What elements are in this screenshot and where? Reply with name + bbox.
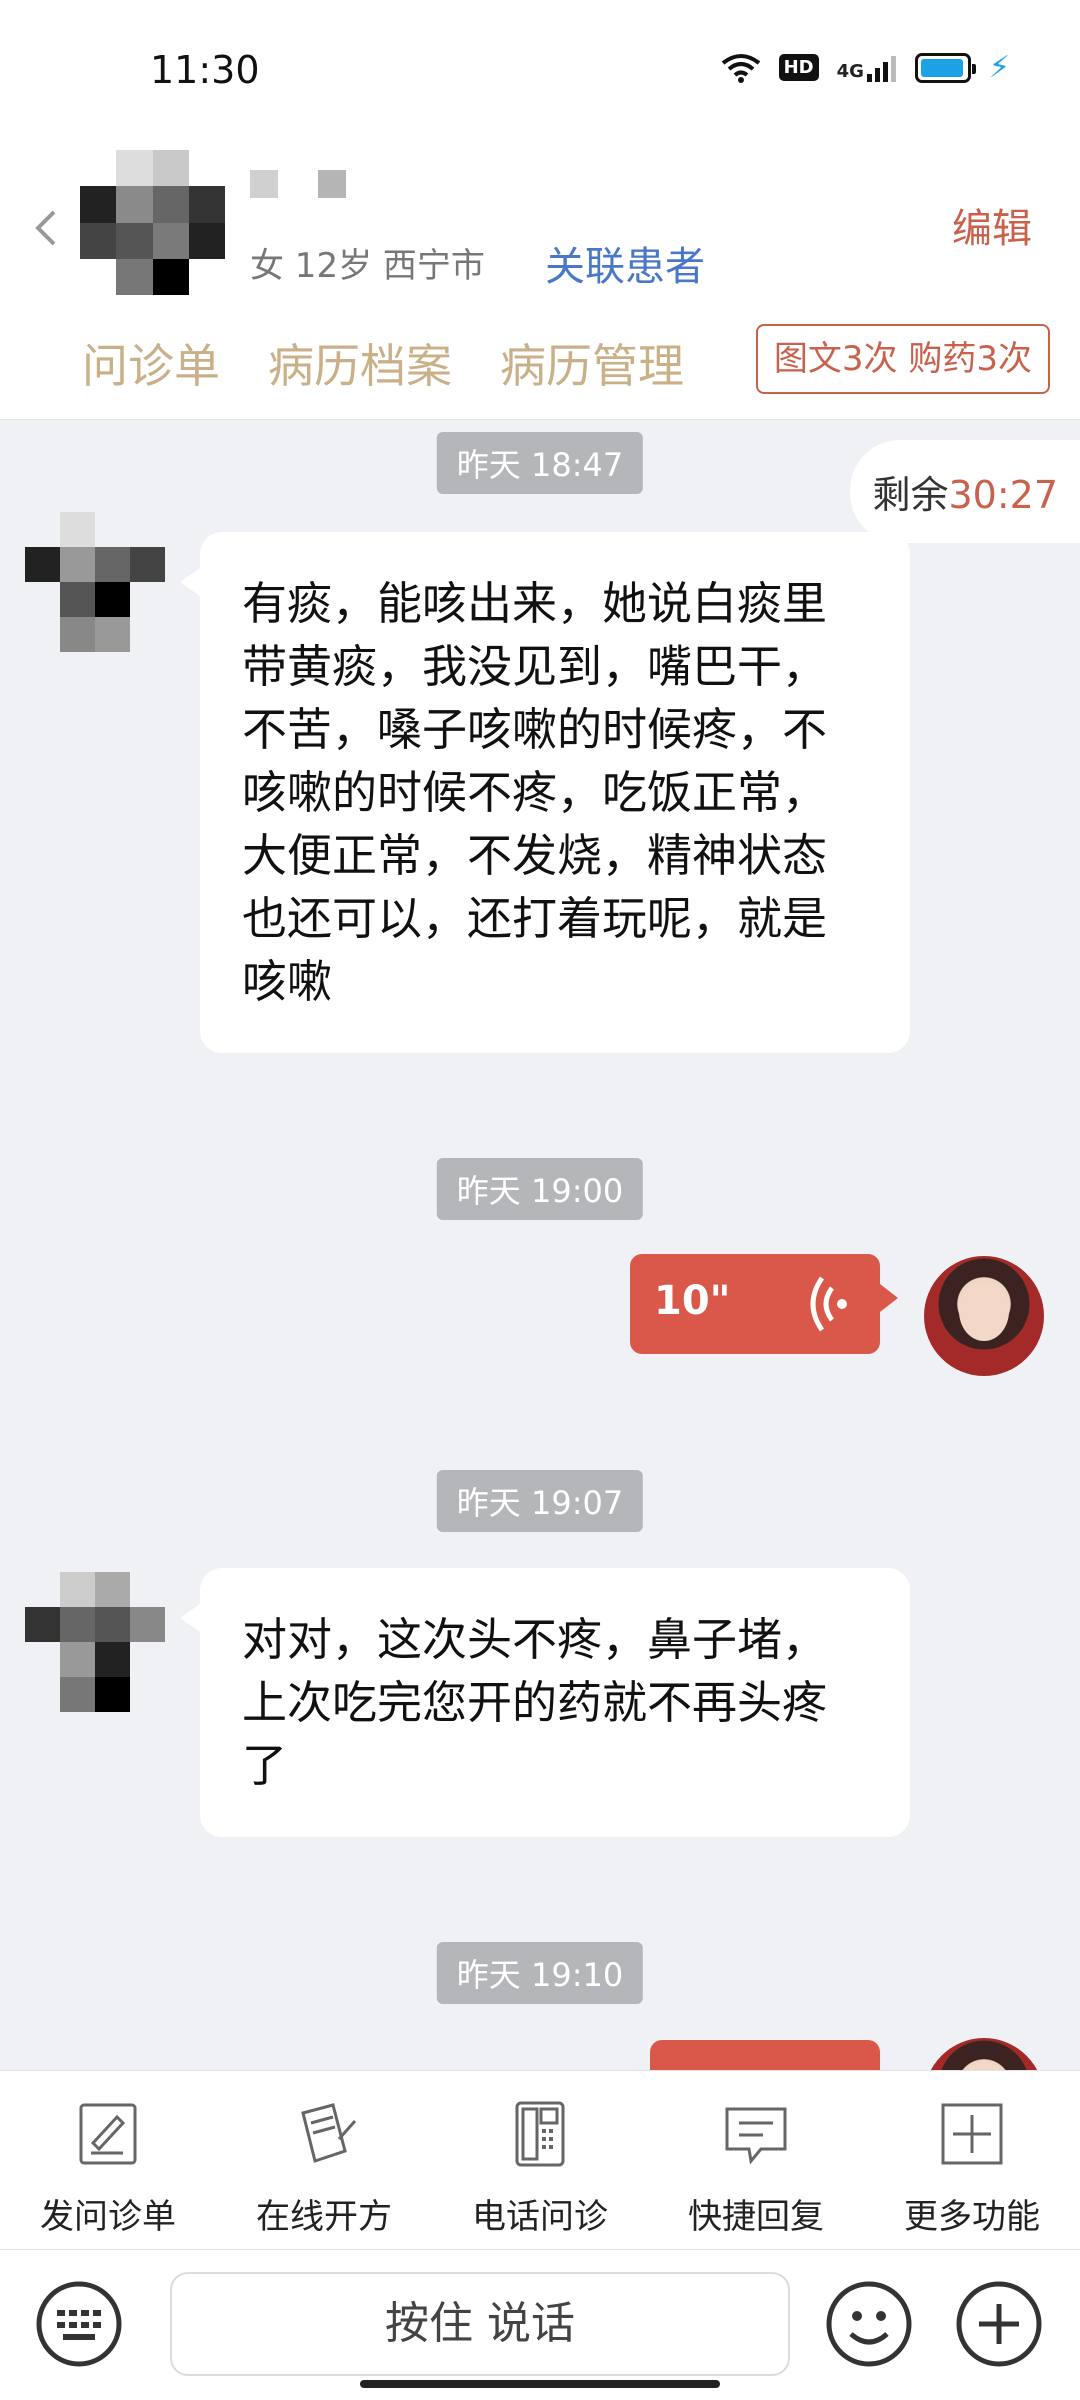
toolbar-label: 更多功能 [904, 2197, 1040, 2237]
remaining-time-badge: 剩余30:27 [850, 440, 1080, 543]
form-edit-icon [79, 2103, 137, 2165]
toolbar-label: 发问诊单 [40, 2197, 176, 2237]
link-patient-button[interactable]: 关联患者 [545, 234, 705, 292]
input-bar: 按住 说话 [0, 2250, 1080, 2400]
tab-consultation-form[interactable]: 问诊单 [82, 330, 220, 396]
patient-info: 女 12岁 西宁市 [250, 246, 485, 286]
chat-messages[interactable]: 昨天 18:47 剩余30:27 有痰，能咳出来，她说白痰里带黄痰，我没见到，嘴… [0, 420, 1080, 2070]
remaining-countdown: 30:27 [948, 473, 1058, 517]
chat-bubble-icon [725, 2107, 787, 2165]
header-tabs: 问诊单 病历档案 病历管理 [82, 330, 684, 396]
message-timestamp: 昨天 19:07 [436, 1470, 644, 1532]
tab-medical-records[interactable]: 病历档案 [268, 330, 452, 396]
emoji-icon[interactable] [825, 2280, 913, 2368]
patient-message-bubble[interactable]: 对对，这次头不疼，鼻子堵，上次吃完您开的药就不再头疼了 [180, 1568, 910, 1837]
status-icons: HD 4G ⚡ [721, 50, 1010, 85]
more-functions-button[interactable]: 更多功能 [864, 2099, 1080, 2238]
patient-avatar[interactable] [80, 150, 225, 295]
doctor-voice-message[interactable]: 10" [630, 1254, 898, 1354]
charging-icon: ⚡ [988, 50, 1010, 85]
back-arrow-icon[interactable] [30, 198, 60, 258]
toolbar-label: 快捷回复 [688, 2197, 824, 2237]
keyboard-icon[interactable] [35, 2280, 123, 2368]
online-prescription-button[interactable]: 在线开方 [216, 2099, 432, 2238]
edit-button[interactable]: 编辑 [952, 196, 1032, 254]
patient-message-bubble[interactable]: 有痰，能咳出来，她说白痰里带黄痰，我没见到，嘴巴干，不苦，嗓子咳嗽的时候疼，不咳… [180, 532, 910, 1053]
voice-wave-icon [810, 1276, 847, 1332]
service-quota-badge[interactable]: 图文3次 购药3次 [755, 324, 1050, 394]
plus-circle-icon[interactable] [955, 2280, 1043, 2368]
patient-name-redacted [250, 170, 346, 198]
send-form-button[interactable]: 发问诊单 [0, 2099, 216, 2238]
chat-header: 女 12岁 西宁市 关联患者 编辑 问诊单 病历档案 病历管理 图文3次 购药3… [0, 140, 1080, 420]
phone-icon [515, 2101, 565, 2167]
doctor-voice-message[interactable] [650, 2040, 880, 2070]
voice-duration: 10" [654, 1278, 731, 1324]
remaining-label: 剩余 [872, 473, 949, 517]
home-indicator[interactable] [360, 2380, 720, 2388]
function-toolbar: 发问诊单 在线开方 电话问诊 快捷回复 更多功能 [0, 2070, 1080, 2250]
doctor-avatar[interactable] [924, 1256, 1044, 1376]
signal-icon: 4G [837, 54, 897, 82]
toolbar-label: 电话问诊 [472, 2197, 608, 2237]
tab-record-management[interactable]: 病历管理 [500, 330, 684, 396]
patient-message-avatar[interactable] [25, 512, 165, 652]
patient-message-avatar[interactable] [25, 1572, 165, 1712]
message-timestamp: 昨天 18:47 [436, 432, 644, 494]
hd-icon: HD [778, 54, 819, 81]
message-timestamp: 昨天 19:10 [436, 1942, 644, 2004]
network-type: 4G [836, 60, 864, 82]
plus-box-icon [941, 2103, 1003, 2165]
message-timestamp: 昨天 19:00 [436, 1158, 644, 1220]
status-time: 11:30 [150, 48, 260, 92]
toolbar-label: 在线开方 [256, 2197, 392, 2237]
prescription-icon [301, 2103, 357, 2163]
battery-icon [914, 52, 976, 83]
status-bar: 11:30 HD 4G ⚡ [0, 0, 1080, 140]
quick-reply-button[interactable]: 快捷回复 [648, 2099, 864, 2238]
phone-consult-button[interactable]: 电话问诊 [432, 2099, 648, 2238]
doctor-avatar[interactable] [924, 2038, 1044, 2070]
wifi-icon [721, 53, 760, 83]
push-to-talk-button[interactable]: 按住 说话 [170, 2272, 790, 2376]
